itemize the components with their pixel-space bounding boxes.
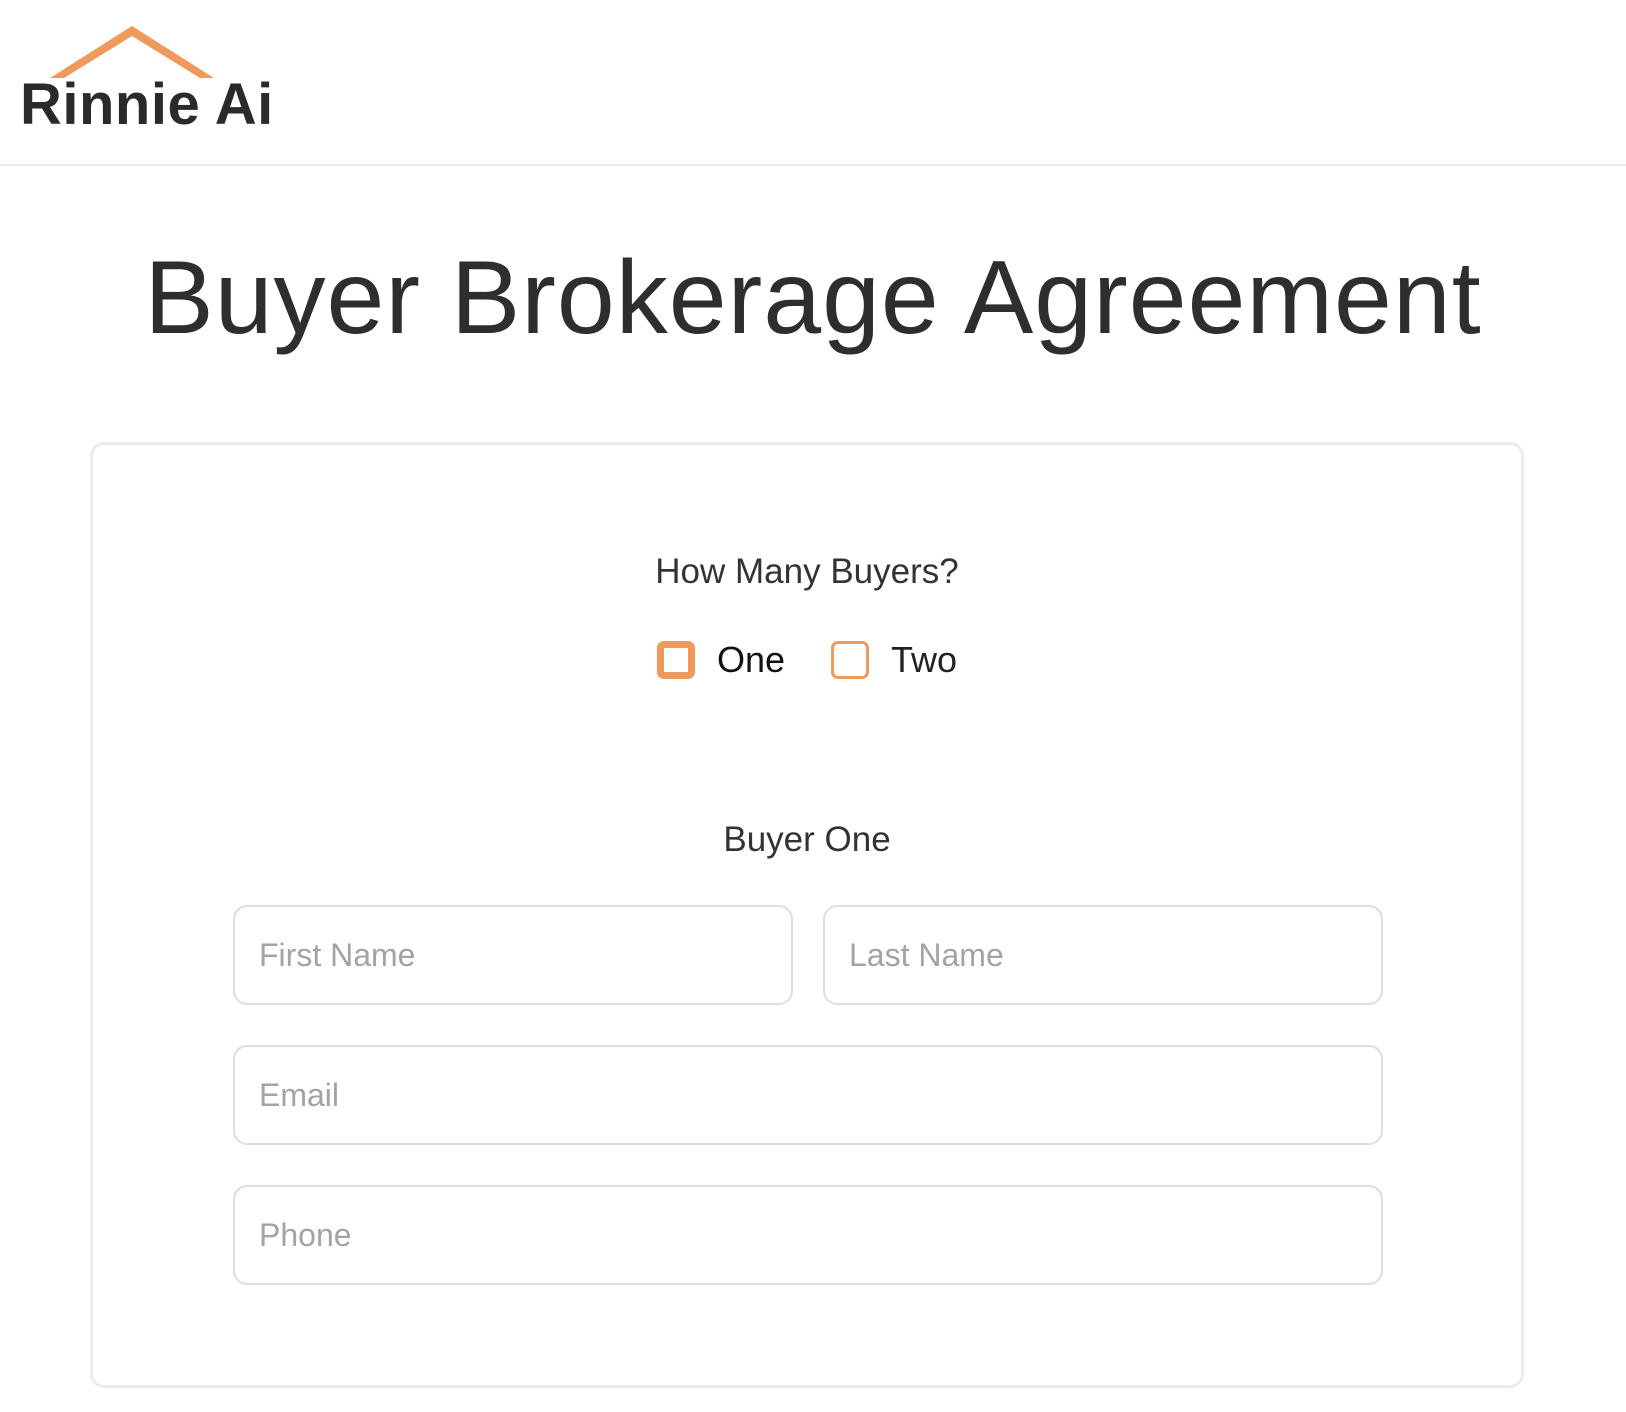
last-name-input[interactable] bbox=[823, 905, 1383, 1005]
email-input[interactable] bbox=[233, 1045, 1383, 1145]
checkbox-unchecked-icon[interactable] bbox=[831, 641, 869, 679]
buyer-count-options: One Two bbox=[93, 641, 1521, 679]
first-name-input[interactable] bbox=[233, 905, 793, 1005]
brand-name: Rinnie Ai bbox=[20, 72, 274, 137]
phone-input[interactable] bbox=[233, 1185, 1383, 1285]
page-title: Buyer Brokerage Agreement bbox=[144, 240, 1482, 356]
buyer-count-question: How Many Buyers? bbox=[655, 552, 959, 591]
option-label-one: One bbox=[716, 639, 785, 680]
buyer-form-card: How Many Buyers? One Two Buyer One bbox=[90, 442, 1524, 1388]
checkbox-checked-icon[interactable] bbox=[656, 641, 695, 679]
site-header: Rinnie Ai bbox=[0, 0, 1626, 166]
option-label-two: Two bbox=[891, 639, 958, 680]
buyer-count-option-two[interactable]: Two bbox=[831, 641, 957, 679]
buyer-count-option-one[interactable]: One bbox=[656, 639, 785, 680]
brand-logo[interactable]: Rinnie Ai bbox=[20, 26, 273, 146]
buyer-one-section-title: Buyer One bbox=[723, 820, 891, 859]
